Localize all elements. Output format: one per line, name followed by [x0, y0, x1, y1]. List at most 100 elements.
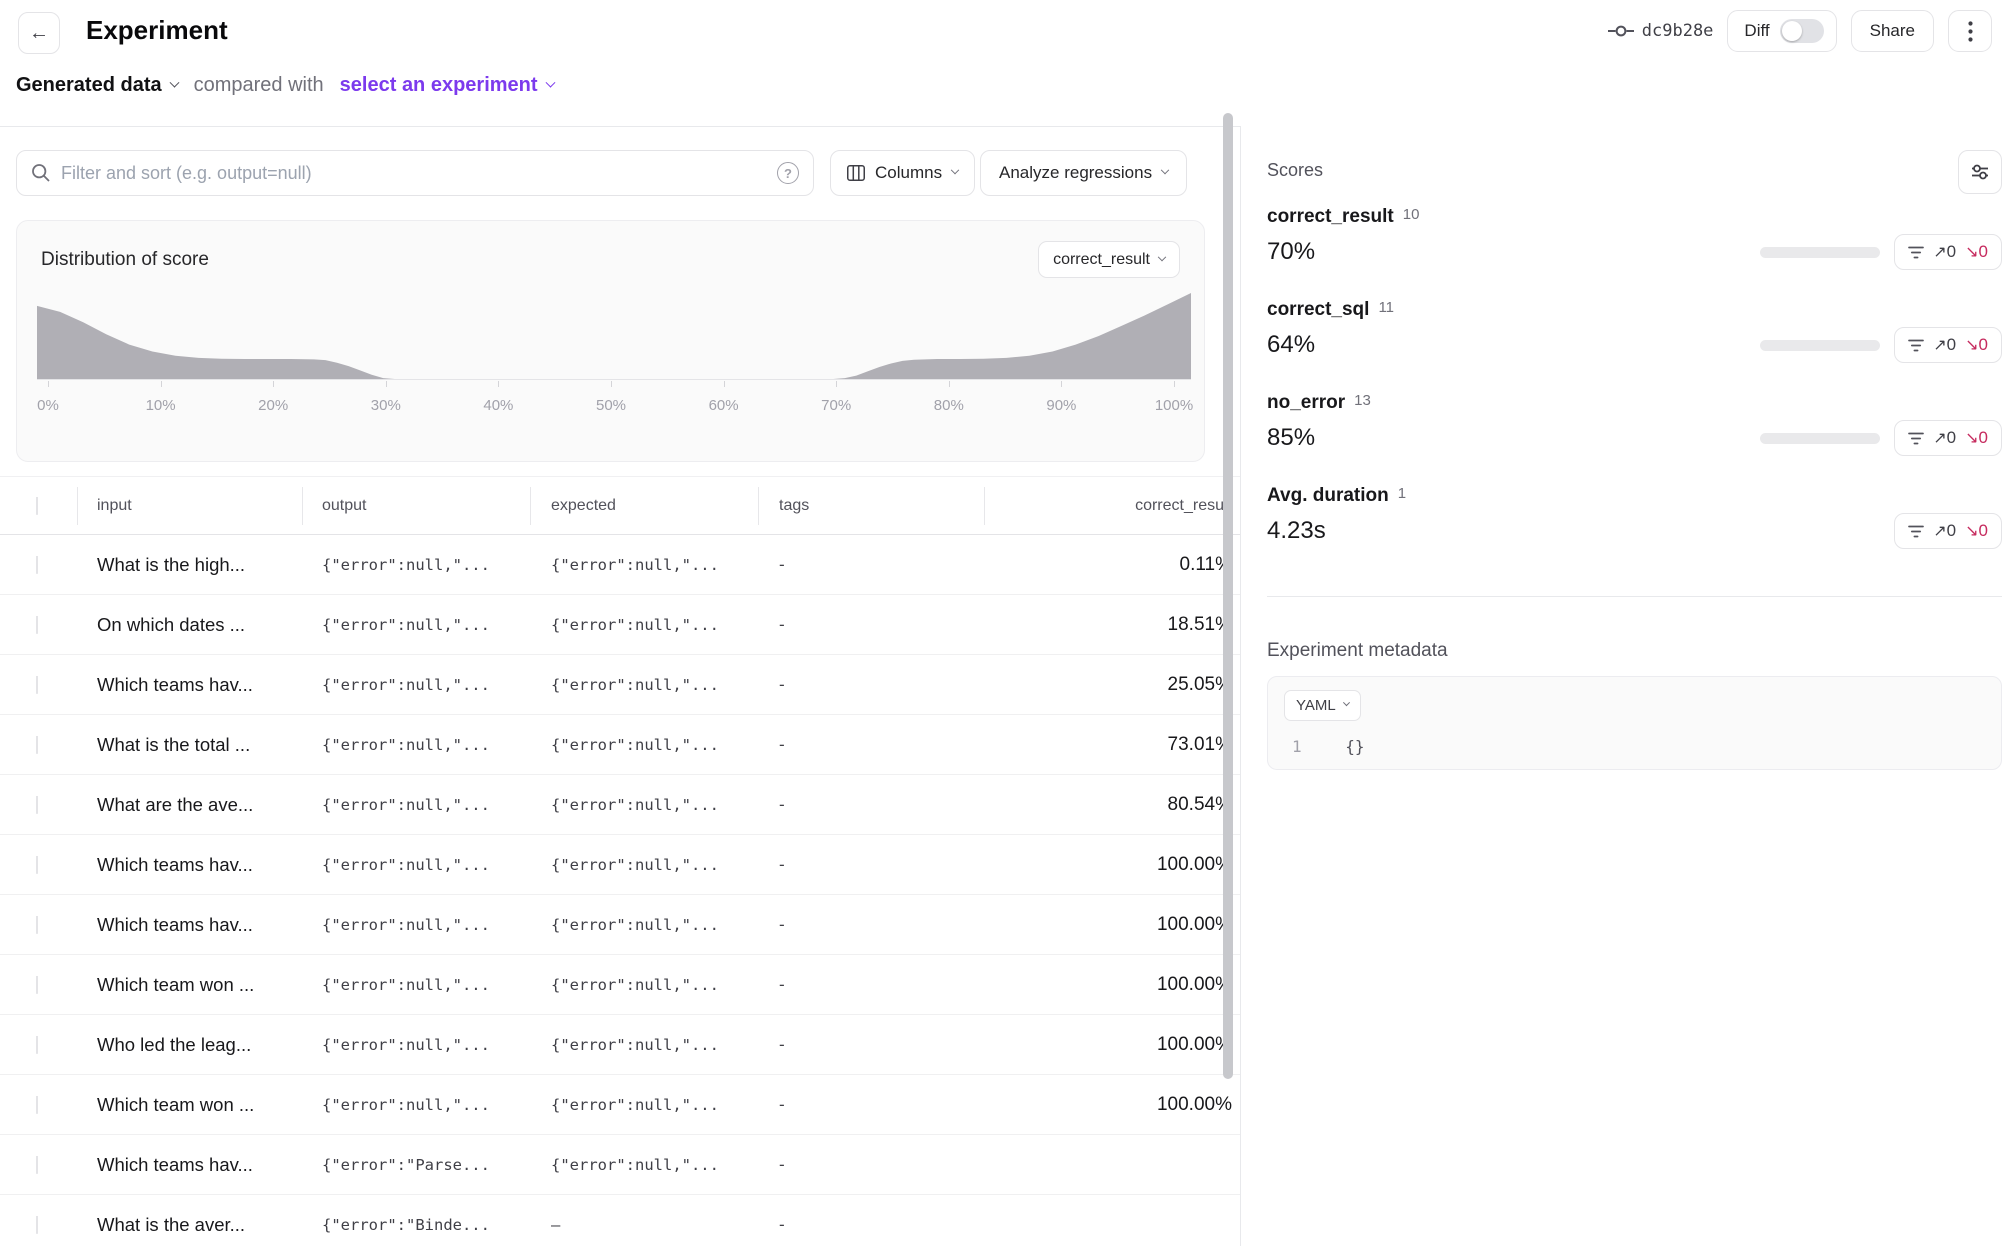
row-checkbox[interactable] [36, 1036, 38, 1054]
cell-output[interactable]: {"error":"Binde... [322, 1216, 522, 1234]
chevron-down-icon [1158, 252, 1166, 260]
column-header-input[interactable]: input [97, 497, 295, 515]
cell-input[interactable]: What is the aver... [97, 1214, 295, 1236]
table-row[interactable]: What is the total ... {"error":null,"... {… [0, 715, 1240, 775]
axis-tick-label: 10% [146, 397, 176, 414]
cell-output[interactable]: {"error":null,"... [322, 1096, 522, 1114]
metadata-format-select[interactable]: YAML [1284, 690, 1361, 721]
cell-input[interactable]: Which teams hav... [97, 1154, 295, 1176]
table-row[interactable]: What is the high... {"error":null,"... {"e… [0, 535, 1240, 595]
table-row[interactable]: Which team won ... {"error":null,"... {"er… [0, 1075, 1240, 1135]
column-header-score[interactable]: correct_result [984, 497, 1232, 515]
diff-toggle-switch[interactable] [1780, 19, 1824, 43]
table-row[interactable]: What are the ave... {"error":null,"... {"e… [0, 775, 1240, 835]
table-row[interactable]: Which teams hav... {"error":null,"... {"er… [0, 895, 1240, 955]
cell-expected[interactable]: {"error":null,"... [551, 1096, 751, 1114]
columns-button[interactable]: Columns [830, 150, 975, 196]
help-icon[interactable]: ? [777, 162, 799, 184]
cell-input[interactable]: Which team won ... [97, 974, 295, 996]
table-row[interactable]: Who led the leag... {"error":null,"... {"e… [0, 1015, 1240, 1075]
improvements-count[interactable]: ↗0 [1933, 242, 1956, 262]
score-settings-button[interactable] [1958, 150, 2002, 194]
cell-input[interactable]: What is the total ... [97, 734, 295, 756]
score-diff-pill[interactable]: ↗0 ↘0 [1894, 327, 2002, 363]
cell-output[interactable]: {"error":null,"... [322, 676, 522, 694]
analyze-regressions-button[interactable]: Analyze regressions [980, 150, 1187, 196]
column-header-expected[interactable]: expected [551, 497, 751, 515]
cell-output[interactable]: {"error":null,"... [322, 796, 522, 814]
cell-output[interactable]: {"error":null,"... [322, 1036, 522, 1054]
back-button[interactable]: ← [18, 12, 60, 54]
dataset-select[interactable]: Generated data [16, 74, 178, 97]
table-row[interactable]: On which dates ... {"error":null,"... {"er… [0, 595, 1240, 655]
score-diff-pill[interactable]: ↗0 ↘0 [1894, 420, 2002, 456]
cell-input[interactable]: Which teams hav... [97, 854, 295, 876]
cell-expected[interactable]: {"error":null,"... [551, 916, 751, 934]
cell-input[interactable]: Which teams hav... [97, 914, 295, 936]
row-checkbox[interactable] [36, 796, 38, 814]
cell-expected[interactable]: {"error":null,"... [551, 1036, 751, 1054]
select-all-checkbox[interactable] [36, 497, 38, 515]
commit-ref[interactable]: dc9b28e [1608, 21, 1714, 41]
search-icon [31, 163, 51, 183]
regressions-count[interactable]: ↘0 [1965, 428, 1988, 448]
cell-expected[interactable]: {"error":null,"... [551, 736, 751, 754]
improvements-count[interactable]: ↗0 [1933, 521, 1956, 541]
table-row[interactable]: Which teams hav... {"error":"Parse... {"er… [0, 1135, 1240, 1195]
metadata-code-line[interactable]: 1 {} [1292, 737, 1365, 756]
regressions-count[interactable]: ↘0 [1965, 242, 1988, 262]
chevron-down-icon [1161, 166, 1169, 174]
row-checkbox[interactable] [36, 556, 38, 574]
row-checkbox[interactable] [36, 916, 38, 934]
cell-input[interactable]: What are the ave... [97, 794, 295, 816]
cell-input[interactable]: Which teams hav... [97, 674, 295, 696]
cell-expected[interactable]: {"error":null,"... [551, 616, 751, 634]
cell-output[interactable]: {"error":"Parse... [322, 1156, 522, 1174]
row-checkbox[interactable] [36, 736, 38, 754]
experiment-select[interactable]: select an experiment [340, 74, 554, 97]
cell-output[interactable]: {"error":null,"... [322, 856, 522, 874]
cell-output[interactable]: {"error":null,"... [322, 556, 522, 574]
table-row[interactable]: Which teams hav... {"error":null,"... {"er… [0, 655, 1240, 715]
diff-toggle-button[interactable]: Diff [1727, 10, 1836, 52]
regressions-count[interactable]: ↘0 [1965, 335, 1988, 355]
cell-expected[interactable]: {"error":null,"... [551, 556, 751, 574]
filter-input[interactable] [61, 163, 767, 184]
row-checkbox[interactable] [36, 1216, 38, 1234]
cell-output[interactable]: {"error":null,"... [322, 616, 522, 634]
score-diff-pill[interactable]: ↗0 ↘0 [1894, 513, 2002, 549]
table-row[interactable]: What is the aver...{"error":"Binde...–- [0, 1195, 1240, 1246]
row-checkbox[interactable] [36, 976, 38, 994]
regressions-count[interactable]: ↘0 [1965, 521, 1988, 541]
row-checkbox[interactable] [36, 616, 38, 634]
cell-expected[interactable]: {"error":null,"... [551, 1156, 751, 1174]
cell-output[interactable]: {"error":null,"... [322, 736, 522, 754]
table-row[interactable]: Which team won ... {"error":null,"... {"er… [0, 955, 1240, 1015]
row-checkbox[interactable] [36, 1096, 38, 1114]
column-header-tags[interactable]: tags [779, 497, 959, 515]
row-checkbox[interactable] [36, 856, 38, 874]
cell-input[interactable]: Which team won ... [97, 1094, 295, 1116]
column-header-output[interactable]: output [322, 497, 522, 515]
cell-expected[interactable]: – [551, 1216, 751, 1234]
row-checkbox[interactable] [36, 676, 38, 694]
cell-expected[interactable]: {"error":null,"... [551, 856, 751, 874]
cell-output[interactable]: {"error":null,"... [322, 916, 522, 934]
row-checkbox[interactable] [36, 1156, 38, 1174]
score-diff-pill[interactable]: ↗0 ↘0 [1894, 234, 2002, 270]
improvements-count[interactable]: ↗0 [1933, 335, 1956, 355]
more-options-button[interactable] [1948, 10, 1992, 52]
score-blocks: correct_result1070%↗0↘0correct_sql1164%↗… [1267, 206, 2002, 578]
cell-output[interactable]: {"error":null,"... [322, 976, 522, 994]
cell-input[interactable]: On which dates ... [97, 614, 295, 636]
cell-input[interactable]: Who led the leag... [97, 1034, 295, 1056]
cell-expected[interactable]: {"error":null,"... [551, 976, 751, 994]
score-selector-dropdown[interactable]: correct_result [1038, 241, 1180, 278]
vertical-scrollbar[interactable] [1223, 113, 1233, 1079]
table-row[interactable]: Which teams hav... {"error":null,"... {"er… [0, 835, 1240, 895]
improvements-count[interactable]: ↗0 [1933, 428, 1956, 448]
share-button[interactable]: Share [1851, 10, 1934, 52]
cell-input[interactable]: What is the high... [97, 554, 295, 576]
cell-expected[interactable]: {"error":null,"... [551, 676, 751, 694]
cell-expected[interactable]: {"error":null,"... [551, 796, 751, 814]
